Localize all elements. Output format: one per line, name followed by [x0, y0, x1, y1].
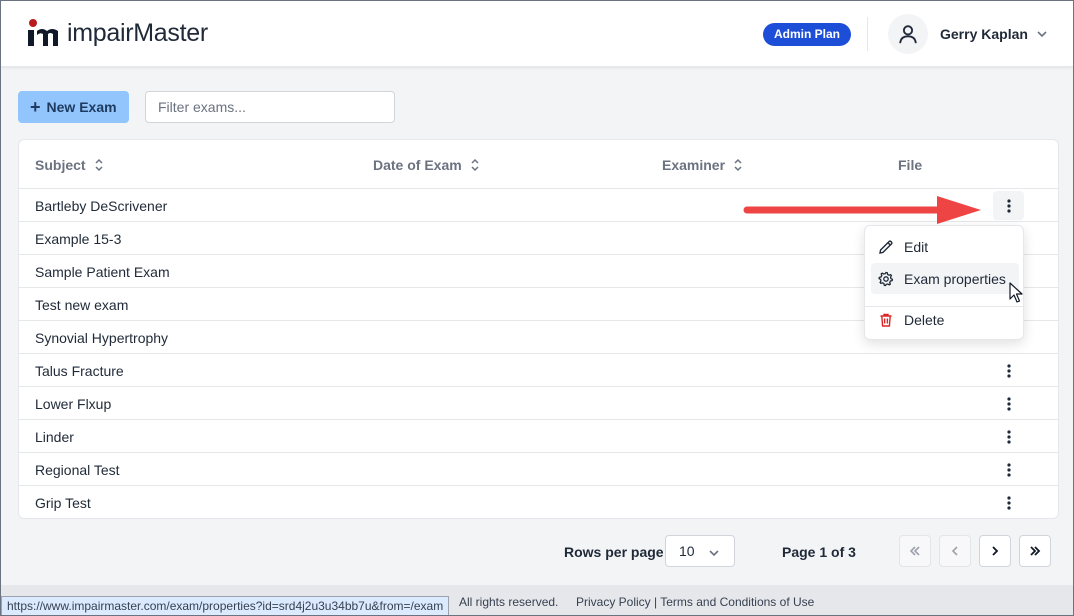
column-header-label: Examiner	[662, 157, 726, 173]
more-vertical-icon	[1006, 429, 1011, 444]
trash-icon	[880, 313, 892, 327]
row-actions-menu: Edit Exam properties Delete	[864, 225, 1024, 340]
subject-cell[interactable]: Synovial Hypertrophy	[35, 330, 168, 346]
top-header: impairMaster Admin Plan Gerry Kaplan	[1, 1, 1073, 67]
menu-item-label: Delete	[904, 311, 945, 328]
rows-per-page-label: Rows per page	[564, 544, 664, 560]
more-vertical-icon	[1006, 363, 1011, 378]
table-row[interactable]: Linder	[19, 420, 1058, 453]
sort-icon	[95, 158, 103, 172]
plus-icon: +	[30, 97, 41, 117]
chevrons-left-icon	[909, 546, 920, 556]
previous-page-button[interactable]	[939, 535, 971, 567]
column-header-label: Subject	[35, 157, 86, 173]
filter-exams-input[interactable]	[145, 91, 395, 123]
brand-logo[interactable]: impairMaster	[25, 18, 208, 48]
copyright-text: All rights reserved.	[459, 595, 559, 609]
menu-item-delete[interactable]: Delete	[871, 304, 1019, 335]
menu-item-label: Edit	[904, 238, 929, 255]
rows-per-page-select[interactable]: 10	[665, 535, 735, 567]
chevron-down-icon	[709, 550, 719, 557]
column-header-label: File	[898, 157, 923, 173]
row-actions-button[interactable]	[993, 455, 1024, 484]
logo-mark-icon	[28, 19, 58, 46]
page-indicator: Page 1 of 3	[782, 544, 856, 560]
column-file: File	[898, 157, 922, 173]
more-vertical-icon	[1006, 198, 1011, 213]
chevron-down-icon[interactable]	[1036, 28, 1048, 40]
subject-cell[interactable]: Example 15-3	[35, 231, 121, 247]
chevron-left-icon	[951, 546, 958, 556]
browser-status-url: https://www.impairmaster.com/exam/proper…	[1, 596, 450, 615]
row-actions-button[interactable]	[993, 191, 1024, 220]
subject-cell[interactable]: Linder	[35, 429, 74, 445]
rows-per-page-value: 10	[679, 543, 695, 559]
column-subject[interactable]: Subject	[35, 157, 104, 173]
more-vertical-icon	[1006, 495, 1011, 510]
mouse-cursor-icon	[1009, 282, 1023, 303]
pencil-icon	[879, 239, 893, 254]
first-page-button[interactable]	[899, 535, 931, 567]
column-examiner[interactable]: Examiner	[662, 157, 743, 173]
row-actions-button[interactable]	[993, 488, 1024, 517]
sort-icon	[471, 158, 479, 172]
subject-cell[interactable]: Bartleby DeScrivener	[35, 198, 167, 214]
new-exam-button[interactable]: + New Exam	[18, 91, 129, 123]
table-row[interactable]: Grip Test	[19, 486, 1058, 518]
more-vertical-icon	[1006, 396, 1011, 411]
next-page-button[interactable]	[979, 535, 1011, 567]
subject-cell[interactable]: Test new exam	[35, 297, 128, 313]
chevrons-right-icon	[1030, 546, 1041, 556]
column-header-label: Date of Exam	[373, 157, 462, 173]
subject-cell[interactable]: Talus Fracture	[35, 363, 124, 379]
menu-item-edit[interactable]: Edit	[871, 231, 1019, 262]
sort-icon	[734, 158, 742, 172]
plan-badge: Admin Plan	[763, 23, 852, 46]
table-header: Subject Date of Exam Examiner File	[19, 140, 1058, 189]
column-date-of-exam[interactable]: Date of Exam	[373, 157, 480, 173]
subject-cell[interactable]: Sample Patient Exam	[35, 264, 170, 280]
new-exam-label: New Exam	[46, 99, 117, 115]
chevron-right-icon	[992, 546, 999, 556]
header-divider	[867, 17, 868, 51]
row-actions-button[interactable]	[993, 389, 1024, 418]
subject-cell[interactable]: Grip Test	[35, 495, 91, 511]
app-window: impairMaster Admin Plan Gerry Kaplan + N…	[0, 0, 1074, 616]
footer-links[interactable]: Privacy Policy | Terms and Conditions of…	[576, 595, 814, 609]
table-row[interactable]: Lower Flxup	[19, 387, 1058, 420]
subject-cell[interactable]: Regional Test	[35, 462, 120, 478]
table-row[interactable]: Talus Fracture	[19, 354, 1058, 387]
subject-cell[interactable]: Lower Flxup	[35, 396, 111, 412]
gear-icon	[878, 271, 894, 286]
user-icon	[899, 25, 917, 44]
menu-item-exam-properties[interactable]: Exam properties	[871, 263, 1019, 294]
brand-name: impairMaster	[67, 18, 208, 47]
last-page-button[interactable]	[1019, 535, 1051, 567]
user-name[interactable]: Gerry Kaplan	[940, 26, 1028, 42]
row-actions-button[interactable]	[993, 422, 1024, 451]
table-row[interactable]: Regional Test	[19, 453, 1058, 486]
row-actions-button[interactable]	[993, 356, 1024, 385]
more-vertical-icon	[1006, 462, 1011, 477]
avatar[interactable]	[888, 14, 928, 54]
menu-item-label: Exam properties	[904, 270, 1006, 287]
